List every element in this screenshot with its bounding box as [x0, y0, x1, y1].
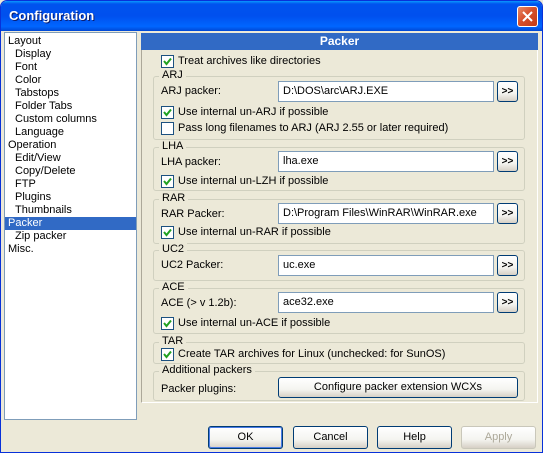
rar-packer-label: RAR Packer:: [161, 208, 225, 220]
uc2-legend: UC2: [159, 243, 188, 256]
tar-legend: TAR: [159, 335, 187, 348]
ace-legend: ACE: [159, 281, 188, 294]
arj-packer-input[interactable]: D:\DOS\arc\ARJ.EXE: [278, 81, 494, 102]
tree-item-edit-view[interactable]: Edit/View: [15, 152, 61, 165]
close-button[interactable]: [517, 6, 538, 27]
lha-use-internal-checkbox[interactable]: [161, 175, 174, 188]
create-tar-label: Create TAR archives for Linux (unchecked…: [178, 348, 446, 360]
lha-browse-button[interactable]: >>: [497, 151, 518, 172]
tree-item-folder-tabs[interactable]: Folder Tabs: [15, 100, 72, 113]
packer-plugins-label: Packer plugins:: [161, 383, 237, 395]
rar-browse-button[interactable]: >>: [497, 203, 518, 224]
ace-packer-input[interactable]: ace32.exe: [278, 292, 494, 313]
checkmark-icon: [163, 57, 172, 66]
ace-use-internal-label: Use internal un-ACE if possible: [178, 317, 331, 329]
title-bar[interactable]: Configuration: [1, 1, 542, 31]
lha-legend: LHA: [159, 140, 187, 153]
arj-browse-button[interactable]: >>: [497, 81, 518, 102]
uc2-packer-label: UC2 Packer:: [161, 259, 224, 271]
tree-item-thumbnails[interactable]: Thumbnails: [15, 204, 72, 217]
treat-archives-checkbox[interactable]: [161, 55, 174, 68]
checkmark-icon: [163, 228, 172, 237]
tree-item-language[interactable]: Language: [15, 126, 64, 139]
tree-item-operation[interactable]: Operation: [8, 139, 56, 152]
tree-item-plugins[interactable]: Plugins: [15, 191, 51, 204]
tree-item-font[interactable]: Font: [15, 61, 37, 74]
tree-item-layout[interactable]: Layout: [8, 35, 41, 48]
checkmark-icon: [163, 319, 172, 328]
tree-item-color[interactable]: Color: [15, 74, 41, 87]
tree-item-misc[interactable]: Misc.: [8, 243, 34, 256]
tree-item-ftp[interactable]: FTP: [15, 178, 36, 191]
rar-packer-input[interactable]: D:\Program Files\WinRAR\WinRAR.exe: [278, 203, 494, 224]
help-button[interactable]: Help: [377, 426, 452, 449]
arj-long-filenames-label: Pass long filenames to ARJ (ARJ 2.55 or …: [178, 122, 449, 134]
settings-tree[interactable]: Layout Display Font Color Tabstops Folder Tab…: [4, 32, 137, 420]
arj-legend: ARJ: [159, 69, 186, 82]
tree-item-zip-packer[interactable]: Zip packer: [15, 230, 66, 243]
ace-use-internal-checkbox[interactable]: [161, 317, 174, 330]
checkmark-icon: [163, 177, 172, 186]
additional-packers-legend: Additional packers: [159, 364, 255, 377]
tree-item-display[interactable]: Display: [15, 48, 51, 61]
arj-long-filenames-checkbox[interactable]: [161, 122, 174, 135]
arj-use-internal-checkbox[interactable]: [161, 106, 174, 119]
ace-packer-label: ACE (> v 1.2b):: [161, 297, 237, 309]
close-icon: [522, 11, 533, 22]
checkmark-icon: [163, 350, 172, 359]
uc2-browse-button[interactable]: >>: [497, 255, 518, 276]
uc2-packer-input[interactable]: uc.exe: [278, 255, 494, 276]
rar-legend: RAR: [159, 192, 189, 205]
page-title: Packer: [141, 33, 538, 50]
lha-packer-input[interactable]: lha.exe: [278, 151, 494, 172]
window-title: Configuration: [9, 8, 95, 23]
tree-item-custom-columns[interactable]: Custom columns: [15, 113, 97, 126]
configure-wcx-button[interactable]: Configure packer extension WCXs: [278, 377, 518, 398]
tree-item-copy-delete[interactable]: Copy/Delete: [15, 165, 76, 178]
cancel-button[interactable]: Cancel: [293, 426, 368, 449]
ace-browse-button[interactable]: >>: [497, 292, 518, 313]
configuration-dialog: Configuration Layout Display Font Color Tabs…: [0, 0, 543, 453]
create-tar-checkbox[interactable]: [161, 348, 174, 361]
rar-use-internal-label: Use internal un-RAR if possible: [178, 226, 331, 238]
apply-button[interactable]: Apply: [461, 426, 536, 449]
ok-button[interactable]: OK: [208, 426, 283, 449]
treat-archives-label: Treat archives like directories: [178, 55, 321, 67]
tree-item-tabstops[interactable]: Tabstops: [15, 87, 59, 100]
arj-use-internal-label: Use internal un-ARJ if possible: [178, 106, 329, 118]
tree-item-packer[interactable]: Packer: [5, 217, 136, 230]
lha-packer-label: LHA packer:: [161, 156, 221, 168]
checkmark-icon: [163, 108, 172, 117]
rar-use-internal-checkbox[interactable]: [161, 226, 174, 239]
arj-packer-label: ARJ packer:: [161, 85, 221, 97]
lha-use-internal-label: Use internal un-LZH if possible: [178, 175, 329, 187]
